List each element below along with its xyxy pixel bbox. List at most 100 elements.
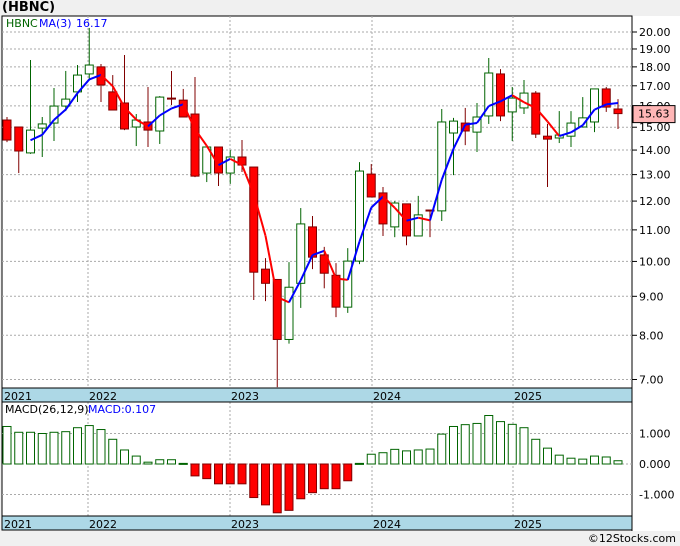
date-tick-label: 2025 [514, 518, 542, 531]
price-tick-label: 9.00 [639, 290, 664, 303]
candle-body [84, 64, 94, 75]
candle-body [308, 226, 317, 258]
price-tick-label: 14.00 [639, 144, 671, 157]
macd-bar [590, 455, 599, 465]
ma-segment [606, 102, 619, 106]
candle-body [613, 108, 623, 115]
candle-body [272, 278, 282, 340]
candle-body [26, 129, 35, 154]
macd-bar [296, 463, 306, 500]
right-axis [632, 16, 680, 531]
candle [437, 108, 447, 221]
macd-bar [120, 449, 129, 465]
macd-bar [460, 424, 470, 465]
macd-bar [261, 463, 270, 506]
macd-bar [390, 448, 400, 465]
price-tick-label: 13.00 [639, 169, 671, 182]
price-tick-label: 18.00 [639, 61, 671, 74]
macd-bar [96, 429, 106, 465]
macd-bar [167, 459, 176, 465]
candle-body [437, 121, 447, 212]
macd-bar [49, 431, 59, 465]
macd-tick-label: -1.000 [639, 489, 674, 502]
macd-bar [355, 462, 364, 465]
macd-bar [37, 433, 47, 465]
candle-body [543, 135, 552, 140]
date-tick-label: 2022 [89, 390, 117, 403]
date-tick-label: 2022 [89, 518, 117, 531]
date-tick-label: 2021 [4, 390, 32, 403]
macd-bar [484, 415, 494, 465]
candle-body [249, 166, 259, 273]
price-tick-label: 19.00 [639, 43, 671, 56]
candle-body [331, 274, 341, 308]
date-tick-label: 2025 [514, 390, 542, 403]
date-tick-label: 2023 [231, 518, 259, 531]
candle-body [449, 120, 458, 134]
macd-bar [61, 431, 71, 465]
macd-bar [343, 463, 353, 482]
macd-bar [308, 463, 317, 494]
macd-bar [531, 438, 541, 465]
candle-body [261, 268, 270, 284]
macd-bar [143, 461, 153, 465]
copyright: ©12Stocks.com [587, 532, 676, 545]
candle-body [496, 73, 505, 117]
date-tick-label: 2024 [373, 518, 401, 531]
macd-bar [319, 463, 329, 490]
macd-bar [202, 463, 212, 480]
date-tick-label: 2023 [231, 390, 259, 403]
macd-bar [449, 425, 458, 465]
date-tick-label: 2021 [4, 518, 32, 531]
macd-bar [331, 463, 341, 490]
macd-bar [214, 463, 223, 485]
candle [2, 117, 12, 143]
macd-bar [73, 427, 82, 465]
last-price-label: 15.63 [638, 108, 670, 121]
macd-bar [601, 456, 611, 465]
macd-bar [366, 453, 376, 465]
macd-bar [108, 438, 118, 465]
macd-tick-label: 0.000 [639, 458, 671, 471]
macd-bar [472, 422, 482, 465]
macd-bar [496, 421, 505, 465]
candle-body [37, 123, 47, 129]
macd-bar [402, 450, 411, 465]
macd-bar [284, 463, 294, 511]
macd-bar [378, 452, 388, 465]
ma-value: 16.17 [76, 17, 108, 30]
macd-bar [249, 463, 259, 499]
macd-bar [554, 454, 564, 465]
candle [531, 91, 541, 138]
price-tick-label: 7.00 [639, 373, 664, 386]
candle-body [366, 173, 376, 198]
macd-bar [566, 457, 576, 465]
macd-bar [437, 433, 447, 465]
macd-bar [578, 458, 588, 465]
candle-body [531, 92, 541, 135]
macd-label: MACD(26,12,9) [5, 403, 89, 416]
candle-body [590, 88, 599, 123]
price-tick-label: 15.00 [639, 121, 671, 134]
macd-tick-label: 1.000 [639, 428, 671, 441]
macd-bar [237, 463, 247, 485]
chart-canvas: 20.0019.0018.0017.0016.0015.0014.0013.00… [1, 15, 680, 531]
price-tick-label: 12.00 [639, 195, 671, 208]
macd-bar [131, 455, 141, 465]
ma-segment [335, 277, 348, 281]
macd-bar [14, 431, 24, 465]
macd-bar [155, 459, 165, 465]
price-tick-label: 17.00 [639, 80, 671, 93]
macd-bar [178, 462, 188, 465]
price-tick-label: 10.00 [639, 255, 671, 268]
candle-body [507, 97, 517, 113]
macd-bar [2, 425, 12, 465]
price-tick-label: 11.00 [639, 224, 671, 237]
macd-bar [190, 463, 200, 477]
price-tick-label: 20.00 [639, 26, 671, 39]
candle [496, 69, 505, 122]
candle-body [108, 91, 118, 111]
candle-body [14, 126, 24, 152]
macd-bar [272, 463, 282, 514]
macd-bar [425, 448, 435, 465]
